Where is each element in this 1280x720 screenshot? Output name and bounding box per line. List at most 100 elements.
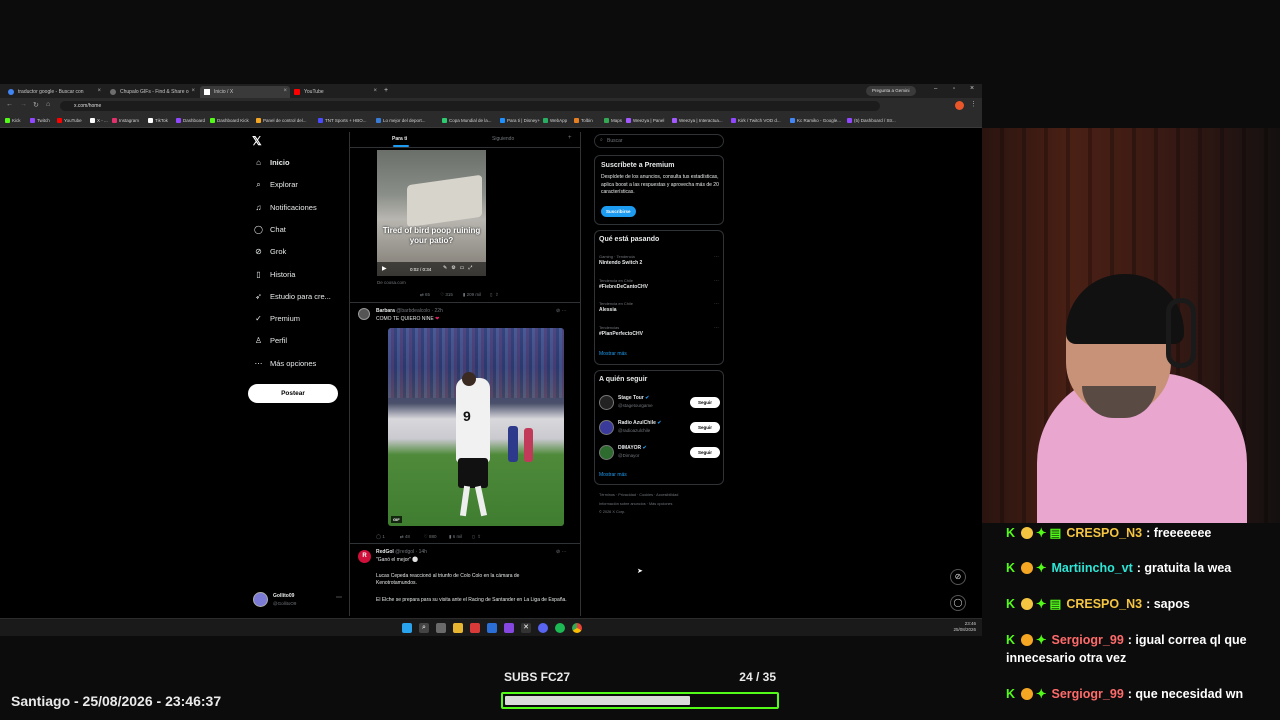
minimize-icon[interactable]: – — [934, 86, 937, 92]
account-avatar[interactable] — [253, 592, 268, 607]
trend-more-icon[interactable]: ⋯ — [714, 278, 719, 284]
bookmark-item[interactable]: Twitch — [30, 118, 50, 124]
bookmark-item[interactable]: Kc Ramiko - Google... — [790, 118, 841, 124]
follow-avatar[interactable] — [599, 395, 614, 410]
back-icon[interactable]: ← — [6, 101, 13, 108]
x-logo-icon[interactable]: 𝕏 — [252, 134, 262, 148]
footer-links[interactable]: Términos · Privacidad · Cookies · Accesi… — [599, 493, 678, 497]
trend-item[interactable]: Gaming · Tendencia Nintendo Switch 2 ⋯ — [599, 254, 719, 266]
search-input[interactable]: ⌕ Buscar — [594, 134, 724, 148]
tweet-author[interactable]: RedGol — [376, 549, 394, 555]
spotify-icon[interactable] — [555, 623, 565, 633]
folder-icon[interactable] — [453, 623, 463, 633]
play-icon[interactable]: ▶ — [382, 265, 387, 272]
chat-username[interactable]: CRESPO_N3 — [1066, 526, 1142, 540]
views-icon[interactable]: ▮ — [463, 292, 465, 297]
bookmark-item[interactable]: Tolbin — [574, 118, 593, 124]
tweet-avatar[interactable] — [358, 308, 370, 320]
browser-tab-active[interactable]: Inicio / X × — [200, 86, 290, 98]
app-icon[interactable] — [504, 623, 514, 633]
tweet-gif[interactable]: 9 GIF — [388, 328, 564, 526]
post-button[interactable]: Postear — [248, 384, 338, 403]
sidebar-item-perfil[interactable]: ♙ Perfil — [254, 336, 287, 345]
follow-button[interactable]: Seguir — [690, 447, 720, 458]
bookmark-item[interactable]: Panel de control del... — [256, 118, 307, 124]
bookmark-item[interactable]: Kirk / Twitch VOD d... — [731, 118, 781, 124]
redgol-avatar[interactable]: R — [358, 550, 371, 563]
trend-more-icon[interactable]: ⋯ — [714, 325, 719, 331]
messages-float-icon[interactable]: ◯ — [950, 595, 966, 611]
like-icon[interactable]: ♡ — [440, 292, 444, 297]
follow-name[interactable]: DIMAYOR ✔ — [618, 445, 647, 451]
trend-more-icon[interactable]: ⋯ — [714, 301, 719, 307]
discord-icon[interactable] — [538, 623, 548, 633]
bookmark-item[interactable]: Dashboard — [176, 118, 205, 124]
search-icon[interactable]: ⌕ — [419, 623, 429, 633]
chat-username[interactable]: Sergiogr_99 — [1052, 687, 1124, 701]
browser-tab[interactable]: YouTube × — [290, 86, 380, 98]
like-icon[interactable]: ♡ — [424, 534, 428, 539]
grok-icon[interactable]: ⊘ ⋯ — [556, 549, 567, 555]
follow-name[interactable]: Radio AzulChile ✔ — [618, 420, 661, 426]
sidebar-item-historia[interactable]: ▯ Historia — [254, 270, 295, 279]
follow-button[interactable]: Seguir — [690, 422, 720, 433]
tab-following[interactable]: Siguiendo — [492, 136, 514, 142]
sidebar-item-notificaciones[interactable]: ♫ Notificaciones — [254, 203, 317, 212]
show-more-link[interactable]: Mostrar más — [599, 351, 627, 357]
close-icon[interactable]: × — [97, 88, 101, 94]
reload-icon[interactable]: ↻ — [33, 101, 39, 109]
follow-avatar[interactable] — [599, 420, 614, 435]
profile-avatar[interactable] — [955, 101, 964, 110]
reply-icon[interactable]: ◯ — [376, 534, 381, 539]
retweet-icon[interactable]: ⇄ — [420, 292, 424, 297]
ad-video[interactable]: Tired of bird poop ruining your patio? ▶… — [377, 150, 486, 276]
bookmark-item[interactable]: TNT Sports + HBO... — [318, 118, 367, 124]
forward-icon[interactable]: → — [20, 101, 27, 108]
close-icon[interactable]: × — [283, 88, 287, 94]
close-icon[interactable]: × — [373, 88, 377, 94]
home-icon[interactable]: ⌂ — [46, 101, 50, 108]
browser-tab[interactable]: traductor google - Buscar con × — [4, 86, 104, 98]
follow-button[interactable]: Seguir — [690, 397, 720, 408]
share-icon[interactable]: ⇪ — [477, 534, 481, 539]
bookmark-item[interactable]: Kick — [5, 118, 21, 124]
bookmark-icon[interactable]: ▯ — [472, 534, 474, 539]
trend-item[interactable]: Tendencia en Chile Alessia ⋯ — [599, 301, 719, 313]
windows-start-icon[interactable] — [402, 623, 412, 633]
bookmark-item[interactable]: WebApp — [543, 118, 567, 124]
sidebar-item-más-opciones[interactable]: ⋯ Más opciones — [254, 359, 317, 368]
gemini-button[interactable]: Pregunta a Gemini — [866, 86, 916, 96]
chat-username[interactable]: Sergiogr_99 — [1052, 633, 1124, 647]
sidebar-item-premium[interactable]: ✓ Premium — [254, 314, 300, 323]
bookmark-item[interactable]: YouTube — [57, 118, 82, 124]
url-input[interactable]: x.com/home — [60, 101, 880, 111]
follow-avatar[interactable] — [599, 445, 614, 460]
footer-links[interactable]: Información sobre anuncios · Más opcione… — [599, 502, 672, 506]
browser-tab[interactable]: Chupalo GIFs - Find & Share o × — [106, 86, 198, 98]
app-icon[interactable] — [470, 623, 480, 633]
settings-icon[interactable] — [436, 623, 446, 633]
trend-more-icon[interactable]: ⋯ — [714, 254, 719, 260]
sidebar-item-estudio-para-cre[interactable]: ➶ Estudio para cre... — [254, 292, 331, 301]
bookmark-item[interactable]: Copa Mundial de la... — [442, 118, 492, 124]
chat-username[interactable]: Martiincho_vt — [1052, 561, 1133, 575]
bookmark-item[interactable]: Weezya | Panel — [626, 118, 664, 124]
chrome-icon[interactable] — [572, 623, 582, 633]
add-tab-icon[interactable]: + — [568, 135, 572, 141]
chat-username[interactable]: CRESPO_N3 — [1066, 597, 1142, 611]
bookmark-item[interactable]: Dashboard Kick — [210, 118, 249, 124]
sidebar-item-grok[interactable]: ⊘ Grok — [254, 247, 286, 256]
bookmark-item[interactable]: Weezya | Interactua... — [672, 118, 723, 124]
tweet-author[interactable]: Barbara — [376, 308, 395, 314]
close-icon[interactable]: × — [191, 88, 195, 94]
video-tool-icons[interactable]: ✎⚙▭⤢ — [443, 265, 476, 271]
bookmark-item[interactable]: Instagram — [112, 118, 139, 124]
retweet-icon[interactable]: ⇄ — [400, 534, 404, 539]
tab-for-you[interactable]: Para ti — [392, 136, 407, 142]
new-tab-button[interactable]: + — [384, 87, 388, 94]
sidebar-item-chat[interactable]: ◯ Chat — [254, 225, 286, 234]
sidebar-item-inicio[interactable]: ⌂ Inicio — [254, 158, 290, 167]
bookmark-item[interactable]: X - ... — [90, 118, 108, 124]
share-icon[interactable]: ⇪ — [495, 292, 499, 297]
sidebar-item-explorar[interactable]: ⌕ Explorar — [254, 180, 298, 190]
